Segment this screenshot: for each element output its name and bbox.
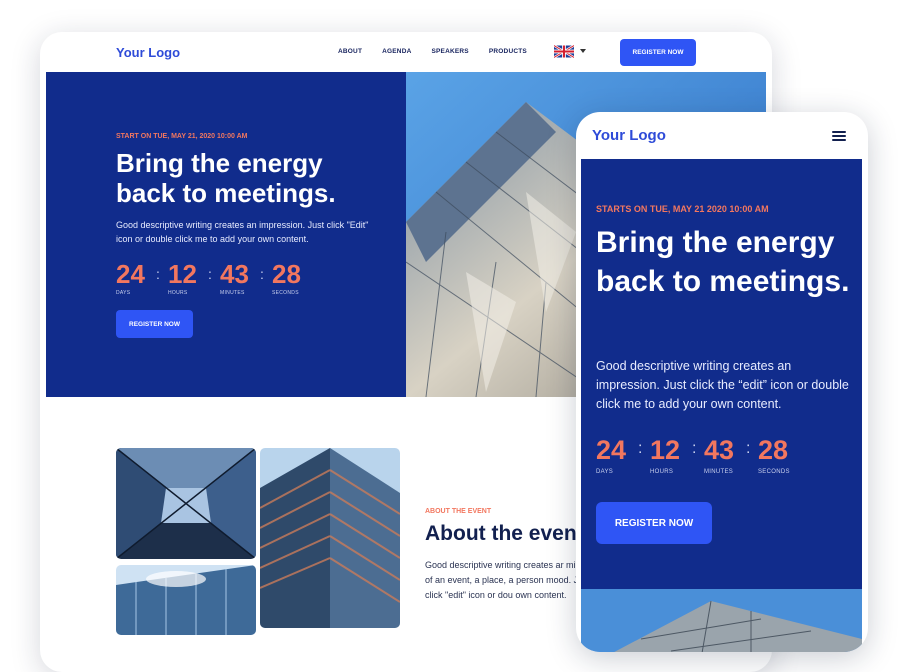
mobile-hero-description: Good descriptive writing creates an impr… [596,359,849,411]
language-dropdown-caret-icon[interactable] [580,49,586,53]
countdown-separator: : [208,266,212,282]
countdown-value: 43 [704,435,735,465]
gallery-image-tower [260,448,400,628]
countdown-separator: : [260,266,264,282]
desktop-countdown: 24 DAYS : 12 HOURS : 43 MINUTES : 28 SEC… [116,260,312,296]
mobile-countdown: 24 DAYS : 12 HOURS : 43 MINUTES : 28 SEC… [596,435,800,475]
mobile-hero: STARTS ON TUE, MAY 21 2020 10:00 AM Brin… [581,159,862,589]
countdown-value: 43 [220,259,249,289]
countdown-value: 28 [272,259,301,289]
hamburger-menu-icon[interactable] [832,131,846,141]
countdown-label: MINUTES [704,469,734,475]
desktop-hero-register-button[interactable]: REGISTER NOW [116,310,193,338]
countdown-separator: : [156,266,160,282]
countdown-label: HOURS [650,469,674,475]
countdown-separator: : [638,440,643,457]
mobile-hero-date: STARTS ON TUE, MAY 21 2020 10:00 AM [596,204,769,214]
desktop-hero-description: Good descriptive writing creates an impr… [116,220,369,244]
countdown-minutes: 43 MINUTES [704,435,746,475]
mobile-preview: Your Logo STARTS ON TUE, MAY 21 2020 10:… [576,112,868,652]
about-title: About the even [425,522,577,545]
uk-flag-icon[interactable] [554,45,574,58]
mobile-logo[interactable]: Your Logo [592,127,666,144]
countdown-label: DAYS [596,469,614,475]
desktop-register-button[interactable]: REGISTER NOW [620,39,696,66]
desktop-hero-date: START ON TUE, MAY 21, 2020 10:00 AM [116,133,248,140]
nav-item-products[interactable]: PRODUCTS [489,48,527,55]
countdown-label: HOURS [168,290,188,296]
countdown-days: 24 DAYS [116,260,156,296]
countdown-label: SECONDS [758,469,790,475]
countdown-hours: 12 HOURS [168,260,208,296]
desktop-logo[interactable]: Your Logo [116,45,180,60]
countdown-label: MINUTES [220,290,245,296]
countdown-seconds: 28 SECONDS [758,435,800,475]
nav-item-about[interactable]: ABOUT [338,48,362,55]
nav-item-agenda[interactable]: AGENDA [382,48,411,55]
desktop-navbar: Your Logo ABOUT AGENDA SPEAKERS PRODUCTS… [40,32,772,72]
countdown-hours: 12 HOURS [650,435,692,475]
about-eyebrow: ABOUT THE EVENT [425,508,492,515]
countdown-value: 28 [758,435,789,465]
about-description: Good descriptive writing creates ar mind… [425,560,591,600]
mobile-hero-title: Bring the energy back to meetings. [596,226,850,298]
countdown-value: 24 [596,435,627,465]
mobile-register-button[interactable]: REGISTER NOW [596,502,712,544]
countdown-separator: : [746,440,751,457]
gallery-image-skyscraper [116,565,256,635]
countdown-separator: : [692,440,697,457]
countdown-label: DAYS [116,290,131,296]
countdown-days: 24 DAYS [596,435,638,475]
mobile-building-image [581,589,862,652]
desktop-hero-title: Bring the energy back to meetings. [116,148,336,208]
countdown-value: 12 [650,435,681,465]
countdown-label: SECONDS [272,290,299,296]
desktop-hero-panel: START ON TUE, MAY 21, 2020 10:00 AM Brin… [46,72,406,397]
countdown-value: 24 [116,259,145,289]
desktop-nav-menu: ABOUT AGENDA SPEAKERS PRODUCTS [338,48,547,55]
countdown-seconds: 28 SECONDS [272,260,312,296]
countdown-minutes: 43 MINUTES [220,260,260,296]
countdown-value: 12 [168,259,197,289]
nav-item-speakers[interactable]: SPEAKERS [431,48,468,55]
gallery-image-glass-ceiling [116,448,256,559]
